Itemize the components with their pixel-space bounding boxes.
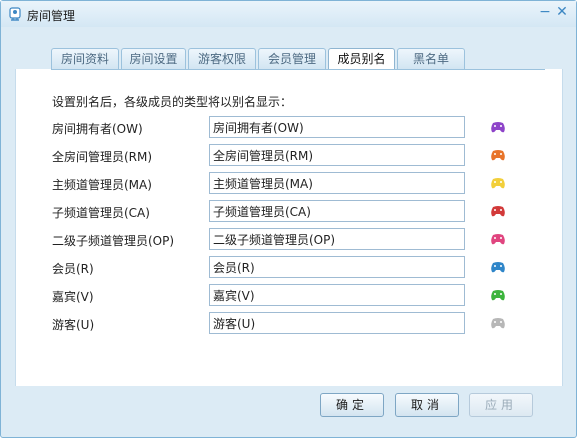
row-label-second-sub-channel-admin: 二级子频道管理员(OP) — [52, 234, 175, 248]
gamepad-icon — [491, 262, 505, 273]
tab-member-aliases[interactable]: 成员别名 — [328, 48, 395, 70]
alias-input-vip-guest[interactable] — [209, 284, 465, 306]
alias-input-room-manager[interactable] — [209, 144, 465, 166]
row-label-visitor: 游客(U) — [52, 318, 95, 332]
title-bar[interactable]: 房间管理 − ✕ — [1, 1, 576, 27]
alias-panel: 设置别名后，各级成员的类型将以别名显示： 房间拥有者(OW) 全房间管理员(RM… — [15, 69, 563, 386]
row-label-room-manager: 全房间管理员(RM) — [52, 150, 153, 164]
tab-room-settings[interactable]: 房间设置 — [121, 48, 186, 69]
cancel-button[interactable]: 取消 — [395, 393, 459, 417]
intro-text: 设置别名后，各级成员的类型将以别名显示： — [52, 95, 293, 109]
alias-input-main-channel-admin[interactable] — [209, 172, 465, 194]
tab-member-management[interactable]: 会员管理 — [258, 48, 326, 69]
minimize-icon[interactable]: − — [536, 3, 554, 21]
tab-room-info[interactable]: 房间资料 — [51, 48, 119, 69]
row-label-vip-guest: 嘉宾(V) — [52, 290, 94, 304]
alias-input-owner[interactable] — [209, 116, 465, 138]
gamepad-icon — [491, 122, 505, 133]
gamepad-icon — [491, 290, 505, 301]
gamepad-icon — [491, 234, 505, 245]
alias-input-member[interactable] — [209, 256, 465, 278]
room-management-window: 房间管理 − ✕ 房间资料 房间设置 游客权限 会员管理 成员别名 黑名单 设置… — [0, 0, 577, 438]
window-title: 房间管理 — [27, 9, 76, 23]
alias-input-second-sub-channel-admin[interactable] — [209, 228, 465, 250]
tab-divider — [51, 69, 545, 70]
gamepad-icon — [491, 178, 505, 189]
gamepad-icon — [491, 318, 505, 329]
row-label-owner: 房间拥有者(OW) — [52, 122, 143, 136]
ok-button[interactable]: 确定 — [320, 393, 384, 417]
room-icon — [9, 7, 21, 21]
apply-button[interactable]: 应用 — [469, 393, 533, 417]
row-label-main-channel-admin: 主频道管理员(MA) — [52, 178, 152, 192]
gamepad-icon — [491, 150, 505, 161]
row-label-sub-channel-admin: 子频道管理员(CA) — [52, 206, 150, 220]
dialog-footer: 确定 取消 应用 — [15, 386, 561, 424]
alias-input-sub-channel-admin[interactable] — [209, 200, 465, 222]
tab-guest-permissions[interactable]: 游客权限 — [188, 48, 256, 69]
alias-input-visitor[interactable] — [209, 312, 465, 334]
row-label-member: 会员(R) — [52, 262, 94, 276]
close-icon[interactable]: ✕ — [553, 3, 571, 21]
tab-blacklist[interactable]: 黑名单 — [397, 48, 465, 69]
gamepad-icon — [491, 206, 505, 217]
